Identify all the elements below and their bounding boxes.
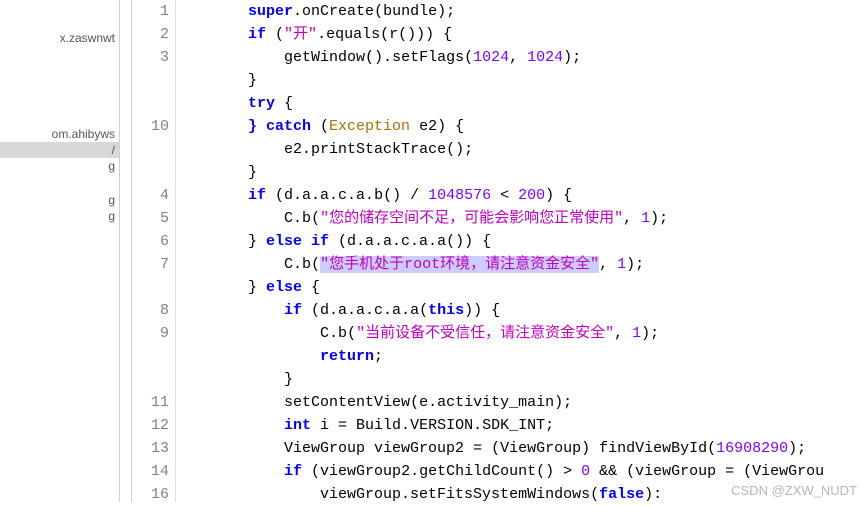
code-line[interactable]: if (d.a.a.c.a.b() / 1048576 < 200) { [176,184,865,207]
selected-text: "您手机处于root环境，请注意资金安全" [320,256,599,273]
line-number: 16 [132,483,169,506]
line-number [132,92,169,115]
sidebar-item[interactable]: x.zaswnwt [0,30,119,46]
sidebar-item[interactable]: g [0,192,119,208]
line-number [132,368,169,391]
line-number: 11 [132,391,169,414]
line-number: 7 [132,253,169,276]
line-number: 13 [132,437,169,460]
line-number: 2 [132,23,169,46]
code-line[interactable]: if ("开".equals(r())) { [176,23,865,46]
sidebar-item[interactable]: g [0,158,119,174]
code-line[interactable]: } catch (Exception e2) { [176,115,865,138]
code-line[interactable]: if (d.a.a.c.a.a(this)) { [176,299,865,322]
line-number: 6 [132,230,169,253]
code-line[interactable]: setContentView(e.activity_main); [176,391,865,414]
code-line[interactable]: if (viewGroup2.getChildCount() > 0 && (v… [176,460,865,483]
code-line[interactable]: return; [176,345,865,368]
line-number: 8 [132,299,169,322]
code-line[interactable]: C.b("您的储存空间不足，可能会影响您正常使用", 1); [176,207,865,230]
code-line[interactable]: viewGroup.setFitsSystemWindows(false): [176,483,865,502]
code-line[interactable]: super.onCreate(bundle); [176,0,865,23]
line-number-gutter: 1 2 3 10 4 5 6 7 8 9 11 12 13 14 16 [132,0,176,502]
code-line[interactable]: getWindow().setFlags(1024, 1024); [176,46,865,69]
code-line[interactable]: C.b("您手机处于root环境，请注意资金安全", 1); [176,253,865,276]
code-editor[interactable]: super.onCreate(bundle); if ("开".equals(r… [176,0,865,502]
code-line[interactable]: } [176,69,865,92]
line-number: 1 [132,0,169,23]
code-line[interactable]: ViewGroup viewGroup2 = (ViewGroup) findV… [176,437,865,460]
code-line[interactable]: } else { [176,276,865,299]
line-number [132,276,169,299]
code-line[interactable]: int i = Build.VERSION.SDK_INT; [176,414,865,437]
line-number [132,161,169,184]
code-line[interactable]: e2.printStackTrace(); [176,138,865,161]
line-number: 10 [132,115,169,138]
line-number [132,69,169,92]
sidebar-item[interactable]: g [0,208,119,224]
line-number: 5 [132,207,169,230]
editor-ruler [120,0,132,502]
sidebar-item[interactable]: om.ahibyws [0,126,119,142]
line-number: 14 [132,460,169,483]
line-number: 3 [132,46,169,69]
file-tree-sidebar: x.zaswnwt om.ahibyws / g g g [0,0,120,502]
line-number [132,138,169,161]
code-line[interactable]: } [176,368,865,391]
code-line[interactable]: } else if (d.a.a.c.a.a()) { [176,230,865,253]
line-number: 4 [132,184,169,207]
line-number [132,345,169,368]
line-number: 12 [132,414,169,437]
code-line[interactable]: } [176,161,865,184]
line-number: 9 [132,322,169,345]
sidebar-item[interactable]: / [0,142,119,158]
code-line[interactable]: C.b("当前设备不受信任，请注意资金安全", 1); [176,322,865,345]
code-line[interactable]: try { [176,92,865,115]
